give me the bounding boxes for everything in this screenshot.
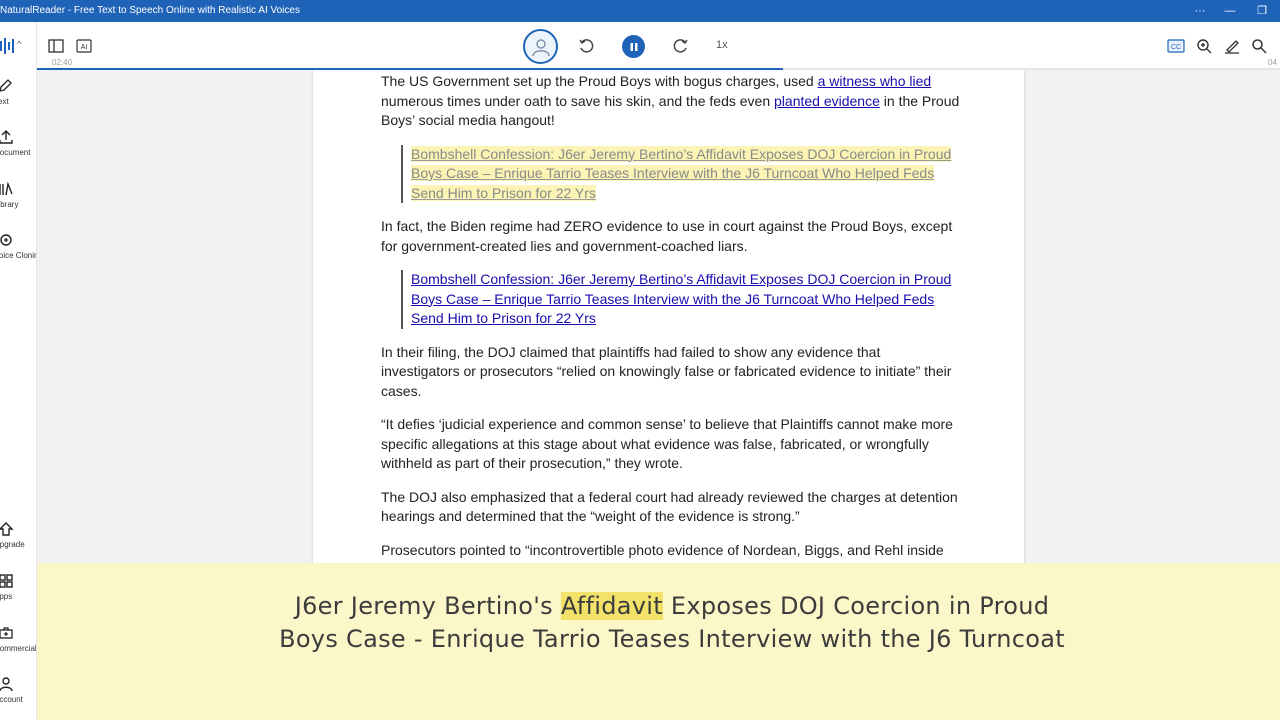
player-toolbar: AI CC: [37, 22, 1280, 70]
bombshell-link[interactable]: Bombshell Confession: J6er Jeremy Bertin…: [411, 271, 951, 326]
paragraph: The US Government set up the Proud Boys …: [381, 72, 961, 131]
minimize-icon[interactable]: —: [1218, 2, 1242, 20]
ai-button[interactable]: AI: [74, 36, 94, 56]
restore-icon[interactable]: ❐: [1250, 2, 1274, 20]
document-viewer[interactable]: The US Government set up the Proud Boys …: [37, 70, 1280, 563]
commercial-icon: [0, 627, 13, 639]
search-button[interactable]: [1249, 36, 1269, 56]
sidebar-item-label: Upgrade: [0, 540, 25, 549]
paragraph: In their filing, the DOJ claimed that pl…: [381, 343, 952, 399]
caption-before: J6er Jeremy Bertino's: [294, 592, 561, 620]
window-title-bar: NaturalReader - Free Text to Speech Onli…: [0, 0, 1280, 22]
paragraph: In fact, the Biden regime had ZERO evide…: [381, 218, 953, 254]
pause-icon: [630, 42, 637, 51]
forward-icon: [673, 39, 688, 53]
text-run: numerous times under oath to save his sk…: [381, 92, 775, 109]
forward-button[interactable]: [671, 36, 691, 56]
apps-icon: [0, 574, 13, 588]
sidebar-item-upgrade[interactable]: Upgrade: [0, 521, 36, 561]
sidebar-item-label: Account: [0, 695, 23, 704]
captions-icon: CC: [1167, 39, 1185, 53]
sidebar-item-label: Document: [0, 148, 31, 157]
library-icon: [0, 181, 13, 196]
svg-text:CC: CC: [1171, 44, 1181, 51]
sidebar-item-voice-cloning[interactable]: Voice Cloning: [0, 232, 36, 272]
caption-text: J6er Jeremy Bertino's Affidavit Exposes …: [277, 590, 1067, 656]
paragraph: “It defies ‘judicial experience and comm…: [381, 416, 953, 471]
sidebar-item-text[interactable]: Text: [0, 78, 36, 118]
sidebar-item-label: Apps: [0, 592, 13, 601]
sidebar-item-apps[interactable]: Apps: [0, 573, 36, 613]
captions-button[interactable]: CC: [1166, 36, 1186, 56]
blockquote: Bombshell Confession: J6er Jeremy Bertin…: [401, 270, 961, 329]
sidebar-item-label: Text: [0, 97, 9, 106]
sidebar-item-document[interactable]: Document: [0, 129, 36, 169]
sidebar-item-commercial[interactable]: Commercial: [0, 625, 37, 665]
edit-icon: [0, 79, 12, 92]
upgrade-icon: [0, 522, 14, 536]
person-icon: [531, 38, 550, 56]
pause-button[interactable]: [622, 35, 645, 58]
remaining-time: 04: [1268, 58, 1277, 67]
witness-link[interactable]: a witness who lied: [818, 73, 932, 89]
speed-button[interactable]: 1x: [716, 39, 728, 51]
sidebar: ^ Text Document Library Voice Cloning Up…: [0, 22, 37, 720]
text-run: The US Government set up the Proud Boys …: [381, 73, 818, 89]
sidebar-item-label: Commercial: [0, 644, 37, 653]
ai-icon: AI: [76, 39, 92, 53]
elapsed-time: 02:40: [52, 58, 73, 67]
app-logo-icon[interactable]: [0, 37, 14, 55]
paragraph: Prosecutors pointed to “incontrovertible…: [381, 541, 944, 564]
paragraph: The DOJ also emphasized that a federal c…: [381, 488, 958, 525]
sidebar-item-library[interactable]: Library: [0, 181, 36, 221]
planted-evidence-link[interactable]: planted evidence: [774, 93, 880, 109]
sidebar-toggle-button[interactable]: [46, 36, 66, 56]
sidebar-item-label: Library: [0, 200, 19, 209]
bombshell-link-highlighted[interactable]: Bombshell Confession: J6er Jeremy Bertin…: [411, 145, 952, 201]
sidebar-item-label: Voice Cloning: [0, 251, 36, 260]
highlight-button[interactable]: [1222, 36, 1242, 56]
sidebar-item-account[interactable]: Account: [0, 676, 36, 716]
blockquote: Bombshell Confession: J6er Jeremy Bertin…: [401, 144, 961, 203]
svg-text:AI: AI: [81, 44, 88, 51]
account-icon: [0, 677, 13, 692]
zoom-button[interactable]: [1194, 36, 1214, 56]
article-content: The US Government set up the Proud Boys …: [381, 72, 961, 563]
document-page: The US Government set up the Proud Boys …: [313, 70, 1024, 563]
panel-icon: [48, 39, 64, 53]
highlighter-icon: [1225, 40, 1239, 54]
search-icon: [1252, 39, 1267, 54]
chevron-up-icon[interactable]: ^: [17, 39, 21, 49]
caption-current-word: Affidavit: [560, 592, 663, 620]
voice-cloning-icon: [0, 234, 12, 246]
rewind-icon: [579, 39, 594, 53]
caption-panel: J6er Jeremy Bertino's Affidavit Exposes …: [37, 563, 1280, 720]
window-title: NaturalReader - Free Text to Speech Onli…: [0, 5, 300, 16]
rewind-button[interactable]: [576, 36, 596, 56]
more-icon[interactable]: ···: [1188, 2, 1212, 20]
upload-icon: [0, 130, 13, 144]
zoom-in-icon: [1197, 39, 1212, 54]
voice-avatar-button[interactable]: [523, 29, 558, 64]
